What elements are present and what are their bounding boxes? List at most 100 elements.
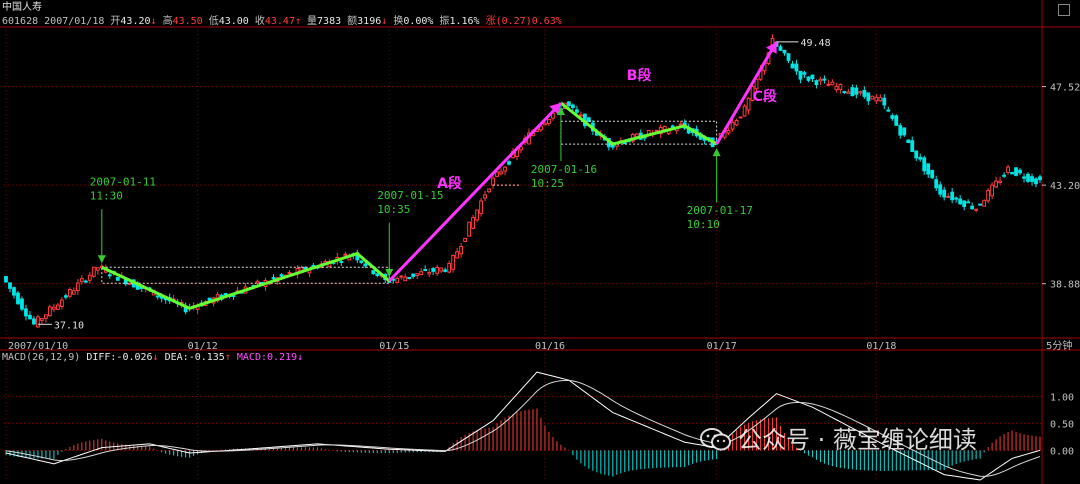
candle-body	[746, 97, 751, 111]
candle-body	[1014, 167, 1018, 176]
candle-body	[507, 161, 511, 165]
candle-body	[914, 150, 919, 159]
macd-tick-label: 1.00	[1050, 392, 1074, 403]
candle-body	[463, 237, 468, 242]
up-arrow-icon: ↑	[224, 352, 231, 363]
candle-body	[922, 157, 927, 172]
candle-body	[754, 78, 759, 90]
volume-value: 7383	[317, 16, 342, 27]
candle-body	[678, 123, 683, 126]
candle-body	[898, 125, 903, 136]
candle-body	[902, 127, 907, 136]
x-tick-label: 01/12	[188, 341, 218, 352]
down-arrow-icon: ↓	[381, 16, 388, 27]
candle-body	[838, 83, 843, 90]
close-label: 收	[254, 16, 265, 27]
candle-body	[20, 298, 24, 310]
candle-body	[431, 268, 436, 272]
candle-body	[371, 270, 376, 275]
candle-body	[399, 275, 404, 278]
watermark-text: 公众号 · 薇宝缠论细读	[738, 426, 977, 454]
candle-body	[814, 80, 819, 85]
candle-body	[279, 274, 284, 277]
candle-body	[1030, 176, 1034, 182]
candle-body	[730, 121, 735, 130]
x-tick-label: 01/15	[379, 341, 409, 352]
diff-value: -0.026	[116, 352, 153, 363]
candle-body	[910, 140, 915, 152]
annotation-date: 2007-01-16	[531, 163, 597, 176]
candle-body	[886, 109, 891, 112]
candle-body	[826, 83, 831, 86]
candle-body	[1038, 176, 1042, 181]
price-chart[interactable]: 47.52 43.20 38.88 2007/01/10 01/12 01/15 01/16…	[0, 0, 1080, 484]
candle-body	[854, 87, 859, 95]
candle-body	[63, 295, 68, 298]
window-box-icon[interactable]	[1058, 4, 1070, 16]
candle-body	[958, 198, 963, 205]
candle-body	[938, 184, 943, 195]
annotation-date: 2007-01-15	[377, 189, 443, 202]
high-label: 高	[162, 16, 173, 27]
candle-body	[547, 118, 551, 125]
candle-body	[40, 318, 44, 321]
candle-body	[954, 197, 959, 200]
down-arrow-icon: ↓	[152, 352, 159, 363]
candle-body	[998, 180, 1002, 184]
candle-body	[842, 91, 847, 94]
open-value: 43.20	[120, 16, 151, 27]
annotation-arrow-icon	[712, 148, 721, 157]
candle-body	[12, 287, 16, 296]
x-tick-label: 01/16	[535, 341, 565, 352]
candle-body	[662, 125, 667, 130]
candle-body	[83, 280, 88, 283]
candle-body	[906, 139, 911, 144]
candle-body	[44, 314, 48, 319]
candle-body	[447, 262, 452, 273]
change-value: (0.27)0.63%	[495, 16, 562, 27]
annotation-date: 2007-01-17	[687, 204, 753, 217]
candle-body	[890, 115, 895, 119]
candle-body	[471, 216, 475, 229]
candle-body	[79, 278, 84, 283]
candle-body	[882, 97, 887, 106]
candle-body	[578, 114, 583, 117]
candle-body	[363, 263, 368, 267]
candle-body	[483, 194, 487, 199]
change-label: 涨	[485, 16, 496, 27]
period-label: 5分钟	[1046, 339, 1072, 352]
dea-value: -0.135	[188, 352, 225, 363]
annotation-time: 10:10	[687, 218, 720, 231]
annotation-time: 11:30	[90, 189, 123, 202]
candle-body	[36, 316, 40, 328]
candle-body	[67, 289, 72, 297]
candle-body	[874, 96, 879, 102]
candle-body	[499, 171, 503, 175]
macd-name: MACD(26,12,9)	[2, 352, 81, 363]
candle-body	[455, 251, 460, 259]
candle-body	[16, 292, 20, 305]
candle-body	[1018, 169, 1022, 174]
stock-code: 601628	[2, 16, 39, 27]
candle-body	[982, 200, 987, 207]
amount-label: 额	[347, 16, 358, 27]
candle-body	[946, 195, 951, 198]
open-label: 开	[110, 16, 121, 27]
low-label: 低	[208, 16, 219, 27]
candle-body	[71, 290, 76, 295]
candle-body	[870, 95, 875, 100]
candle-body	[359, 260, 364, 263]
candle-body	[1022, 176, 1026, 179]
stock-name: 中国人寿	[2, 2, 42, 13]
up-arrow-icon: ↑	[294, 16, 301, 27]
candle-body	[87, 274, 92, 281]
candle-body	[271, 277, 276, 280]
candle-body	[439, 267, 444, 272]
candle-body	[95, 267, 100, 271]
segment-label: C段	[753, 88, 777, 105]
candle-body	[966, 201, 971, 204]
volume-label: 量	[307, 16, 318, 27]
candle-body	[1010, 172, 1014, 175]
annotation-arrow-icon	[97, 255, 106, 264]
turnover-label: 换	[393, 16, 404, 27]
